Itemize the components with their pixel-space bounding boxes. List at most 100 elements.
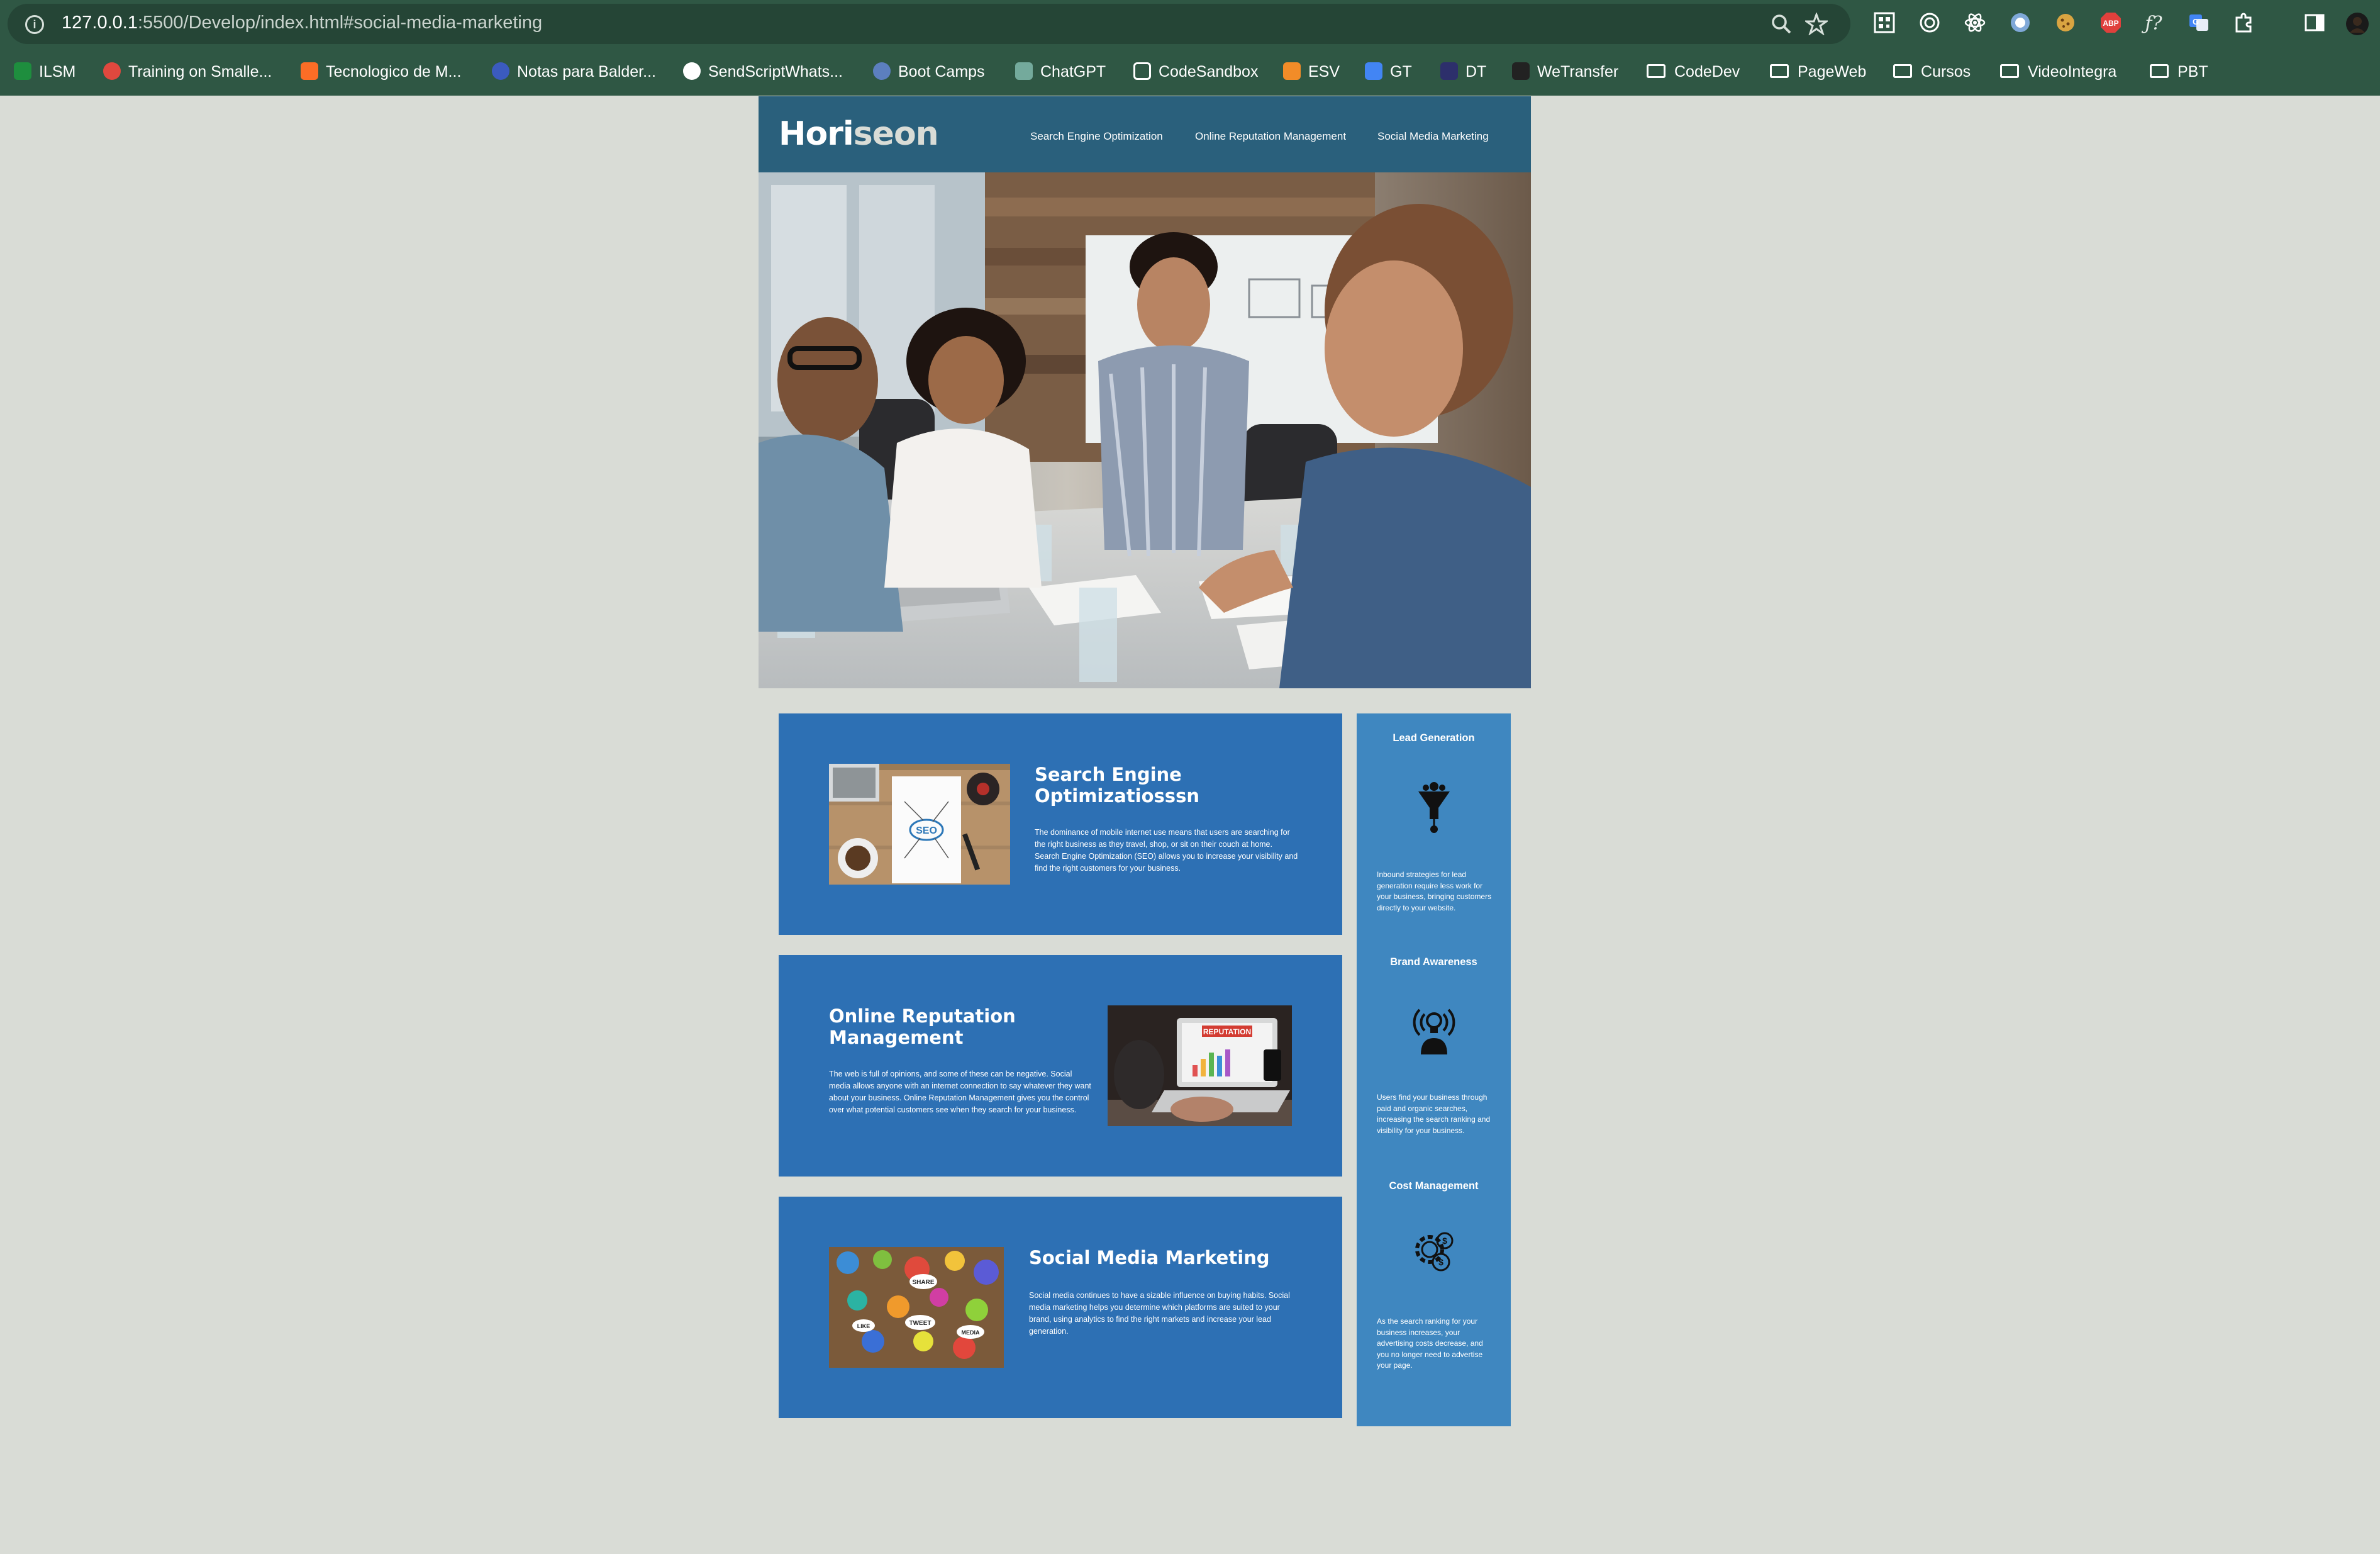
wetransfer-icon [1512,62,1530,81]
url-text[interactable]: 127.0.0.1:5500/Develop/index.html#social… [62,13,542,33]
bookmark-dt[interactable]: DT [1440,59,1486,84]
seo-text: The dominance of mobile internet use mea… [1035,828,1298,873]
bookmark-label: Notas para Balder... [517,63,656,81]
smm-text: Social media continues to have a sizable… [1029,1291,1290,1336]
function-extension-icon[interactable]: ƒ? [2141,11,2166,36]
folder-icon [2150,64,2169,79]
bookmark-label: ILSM [39,63,76,81]
bookmark-sendscript[interactable]: SendScriptWhats... [683,59,843,84]
smm-image-label-2: TWEET [909,1320,931,1327]
play-icon [1440,62,1458,81]
orm-title: Online Reputation Management [829,1005,1016,1048]
address-bar[interactable]: i 127.0.0.1:5500/Develop/index.html#soci… [8,4,1850,44]
bookmark-folder-videointegra[interactable]: VideoIntegra [2000,59,2116,84]
circle-logo-icon [103,62,121,81]
bookmark-label: WeTransfer [1537,63,1619,81]
bookmark-notas[interactable]: Notas para Balder... [492,59,656,84]
globe-icon [492,62,509,81]
bookmarks-bar: ILSM Training on Smalle... Tecnologico d… [0,48,2380,96]
svg-text:ABP: ABP [2103,19,2118,28]
logo-main: Hori [779,115,854,153]
bookmark-label: VideoIntegra [2028,63,2117,81]
bookmark-bootcamps[interactable]: Boot Camps [873,59,985,84]
orm-section: Online Reputation Management The web is … [779,955,1342,1177]
nav-link-orm[interactable]: Online Reputation Management [1195,130,1346,143]
browser-toolbar: i 127.0.0.1:5500/Develop/index.html#soci… [0,0,2380,96]
github-icon [683,62,701,81]
bookmark-label: GT [1390,63,1412,81]
adblock-plus-icon[interactable]: ABP [2098,11,2123,36]
globe-icon [873,62,891,81]
svg-text:$: $ [1438,1257,1443,1267]
bookmark-label: Tecnologico de M... [326,63,462,81]
bookmark-folder-codedev[interactable]: CodeDev [1647,59,1740,84]
bookmark-label: ChatGPT [1040,63,1106,81]
bookmark-training[interactable]: Training on Smalle... [103,59,272,84]
cost-management-icon: $ $ [1412,1224,1456,1281]
smm-title: Social Media Marketing [1029,1247,1270,1268]
esv-icon [1283,62,1301,81]
cost-management-text: As the search ranking for your business … [1377,1317,1483,1370]
cookie-extension-icon[interactable] [2053,11,2078,36]
orm-text: The web is full of opinions, and some of… [829,1070,1091,1114]
bookmark-folder-cursos[interactable]: Cursos [1893,59,1971,84]
seo-image-label: SEO [916,825,937,836]
address-row: i 127.0.0.1:5500/Develop/index.html#soci… [0,0,2380,48]
bookmark-label: SendScriptWhats... [708,63,843,81]
bookmark-label: Training on Smalle... [128,63,272,81]
nav-link-seo[interactable]: Search Engine Optimization [1030,130,1163,143]
bookmark-gt[interactable]: GT [1365,59,1412,84]
profile-avatar-icon[interactable] [2345,11,2370,36]
bookmark-label: DT [1465,63,1487,81]
smm-image: SHARE TWEET LIKE MEDIA [829,1247,1004,1368]
site-info-icon[interactable]: i [25,15,44,34]
react-devtools-icon[interactable] [1962,11,1988,36]
bookmark-label: Boot Camps [898,63,985,81]
bookmark-tecnologico[interactable]: Tecnologico de M... [301,59,461,84]
brand-awareness-text: Users find your business through paid an… [1377,1093,1491,1135]
smm-image-label-3: LIKE [857,1323,870,1329]
bookmark-ilsm[interactable]: ILSM [14,59,75,84]
qr-extension-icon[interactable] [1872,11,1897,36]
brand-awareness-title: Brand Awareness [1390,956,1477,968]
smm-image-label-4: MEDIA [962,1329,981,1336]
bookmark-label: PageWeb [1798,63,1867,81]
bookmark-esv[interactable]: ESV [1283,59,1340,84]
seo-image: SEO [829,764,1010,885]
lead-generation-title: Lead Generation [1393,732,1475,744]
svg-text:$: $ [1442,1236,1447,1246]
orm-image: REPUTATION [1108,1005,1292,1126]
seo-section: SEO Search Engine Optimizatiosssn The do… [779,713,1342,935]
translate-extension-icon[interactable]: G [2186,11,2211,36]
nav-link-smm[interactable]: Social Media Marketing [1377,130,1489,143]
spreadsheet-icon [14,62,31,81]
smm-image-label-1: SHARE [912,1279,934,1286]
benefits-sidebar: Lead Generation Inbound strategies for l… [1357,713,1511,1426]
folder-icon [1893,64,1912,79]
vpn-extension-icon[interactable] [2008,11,2033,36]
bookmark-star-icon[interactable] [1803,11,1830,38]
cost-management-title: Cost Management [1389,1180,1479,1192]
lead-generation-icon [1412,779,1456,836]
gitlab-icon [301,62,318,81]
side-panel-icon[interactable] [2302,11,2327,36]
site-logo: Horiseon [779,115,939,153]
folder-icon [1770,64,1789,79]
bookmark-label: CodeDev [1674,63,1740,81]
bookmark-chatgpt[interactable]: ChatGPT [1015,59,1106,84]
url-path: :5500/Develop/index.html#social-media-ma… [137,13,543,33]
smm-section: SHARE TWEET LIKE MEDIA Social Media Mark… [779,1197,1342,1418]
bookmark-folder-pbt[interactable]: PBT [2150,59,2208,84]
svg-text:G: G [2193,17,2199,26]
orm-image-label: REPUTATION [1203,1027,1251,1036]
bookmark-folder-pageweb[interactable]: PageWeb [1770,59,1866,84]
bookmark-wetransfer[interactable]: WeTransfer [1512,59,1618,84]
folder-icon [1647,64,1665,79]
extensions-puzzle-icon[interactable] [2232,11,2257,36]
brand-awareness-icon [1412,1000,1456,1057]
url-host: 127.0.0.1 [62,13,138,33]
target-extension-icon[interactable] [1917,11,1942,36]
bookmark-codesandbox[interactable]: CodeSandbox [1133,59,1258,84]
codesandbox-icon [1133,62,1151,81]
zoom-icon[interactable] [1769,13,1794,38]
